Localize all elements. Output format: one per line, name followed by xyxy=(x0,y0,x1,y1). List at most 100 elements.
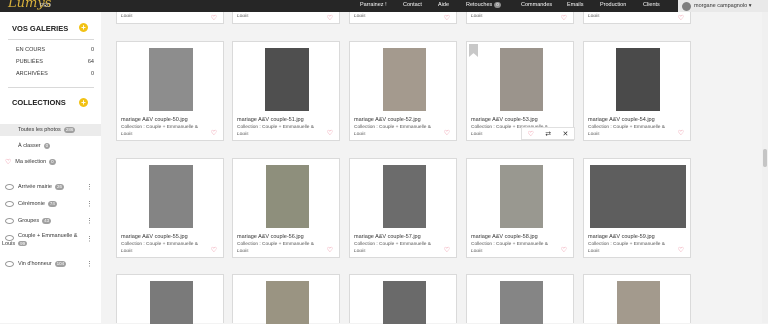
collection-ceremonie[interactable]: Cérémonie 74 ⋮ xyxy=(0,198,101,210)
heart-icon[interactable]: ♡ xyxy=(678,129,684,137)
nav-production[interactable]: Production xyxy=(600,2,626,8)
photo-card[interactable]: mariage A&V couple-55.jpg Collection : C… xyxy=(116,158,224,258)
photo-card[interactable] xyxy=(466,274,574,324)
collection-badge: 104 xyxy=(54,261,67,267)
collection-toutes-les-photos[interactable]: Toutes les photos 286 xyxy=(0,124,101,136)
photo-card[interactable]: mariage A&V couple-56.jpg Collection : C… xyxy=(232,158,340,258)
photo-card[interactable]: mariage A&V couple-59.jpg Collection : C… xyxy=(583,158,691,258)
heart-icon: ♡ xyxy=(5,159,12,166)
collection-vin-d-honneur[interactable]: Vin d'honneur 104 ⋮ xyxy=(0,258,101,270)
more-options-icon[interactable]: ⋮ xyxy=(86,235,93,243)
collection-ma-selection[interactable]: ♡ Ma sélection 0 xyxy=(0,156,101,168)
collection-groupes[interactable]: Groupes 43 ⋮ xyxy=(0,215,101,227)
more-options-icon[interactable]: ⋮ xyxy=(86,183,93,191)
collection-label-line2: Louis xyxy=(2,241,16,247)
collection-couple[interactable]: Couple + Emmanuelle & Louis 99 ⋮ xyxy=(0,232,101,252)
heart-icon[interactable]: ♡ xyxy=(444,129,450,137)
add-collection-button[interactable]: + xyxy=(79,98,88,107)
photo-thumbnail[interactable] xyxy=(149,165,193,228)
photo-thumbnail[interactable] xyxy=(617,281,660,324)
heart-icon[interactable]: ♡ xyxy=(211,246,217,254)
close-icon[interactable]: ✕ xyxy=(562,130,568,138)
photo-thumbnail[interactable] xyxy=(616,48,660,111)
photo-thumbnail[interactable] xyxy=(500,48,543,111)
scrollbar-thumb[interactable] xyxy=(763,149,767,167)
gallery-filter-count: 0 xyxy=(90,47,94,53)
scrollbar[interactable] xyxy=(762,12,768,323)
photo-collection: Collection : Couple + Emmanuelle & xyxy=(354,125,431,130)
photo-card-partial[interactable]: Louis ♡ xyxy=(232,12,340,24)
photo-thumbnail[interactable] xyxy=(266,165,309,228)
photo-card-partial[interactable]: Louis ♡ xyxy=(349,12,457,24)
nav-aide[interactable]: Aide xyxy=(438,2,449,8)
heart-icon[interactable]: ♡ xyxy=(444,246,450,254)
gallery-filter-en-cours[interactable]: EN COURS 0 xyxy=(16,47,94,53)
photo-collection-line2: Louis xyxy=(471,132,483,137)
nav-contact[interactable]: Contact xyxy=(403,2,422,8)
heart-icon[interactable]: ♡ xyxy=(561,246,567,254)
heart-icon[interactable]: ♡ xyxy=(327,246,333,254)
swap-icon[interactable]: ⇄ xyxy=(545,130,551,138)
photo-thumbnail[interactable] xyxy=(266,281,309,324)
photo-thumbnail[interactable] xyxy=(590,165,686,228)
eye-icon[interactable] xyxy=(5,201,14,207)
eye-icon[interactable] xyxy=(5,261,14,267)
heart-icon[interactable]: ♡ xyxy=(678,14,684,22)
collection-a-classer[interactable]: À classer 0 xyxy=(0,140,101,152)
eye-icon[interactable] xyxy=(5,218,14,224)
gallery-filter-publiees[interactable]: PUBLIÉES 64 xyxy=(16,59,94,65)
heart-icon[interactable]: ♡ xyxy=(211,129,217,137)
photo-card[interactable] xyxy=(583,274,691,324)
heart-icon[interactable]: ♡ xyxy=(327,14,333,22)
heart-icon[interactable]: ♡ xyxy=(561,14,567,22)
photo-card[interactable]: mariage A&V couple-57.jpg Collection : C… xyxy=(349,158,457,258)
nav-emails[interactable]: Emails xyxy=(567,2,584,8)
photo-thumbnail[interactable] xyxy=(500,281,543,324)
photo-card[interactable]: mariage A&V couple-53.jpg Collection : C… xyxy=(466,41,574,141)
photo-card[interactable] xyxy=(349,274,457,324)
nav-clients[interactable]: Clients xyxy=(643,2,660,8)
more-options-icon[interactable]: ⋮ xyxy=(86,217,93,225)
collection-badge: 99 xyxy=(18,241,28,246)
collection-label: Toutes les photos xyxy=(18,127,61,133)
photo-card[interactable]: mariage A&V couple-51.jpg Collection : C… xyxy=(232,41,340,141)
photo-card-partial[interactable]: Louis ♡ xyxy=(116,12,224,24)
photo-card[interactable]: mariage A&V couple-50.jpg Collection : C… xyxy=(116,41,224,141)
photo-thumbnail[interactable] xyxy=(149,48,193,111)
photo-thumbnail[interactable] xyxy=(150,281,193,324)
heart-icon[interactable]: ♡ xyxy=(211,14,217,22)
nav-parrainez[interactable]: Parrainez ! xyxy=(360,2,387,8)
nav-retouches[interactable]: Retouches 0 xyxy=(466,2,501,8)
collection-badge: 74 xyxy=(47,201,57,207)
photo-thumbnail[interactable] xyxy=(383,281,426,324)
user-menu[interactable]: morgane campagnolo ▾ xyxy=(678,0,768,12)
photo-filename: mariage A&V couple-57.jpg xyxy=(354,234,421,240)
photo-card[interactable] xyxy=(232,274,340,324)
more-options-icon[interactable]: ⋮ xyxy=(86,260,93,268)
photo-collection: Collection : Couple + Emmanuelle & xyxy=(237,242,314,247)
user-name: morgane campagnolo ▾ xyxy=(694,3,752,9)
photo-thumbnail[interactable] xyxy=(383,48,426,111)
brand-sub: PRO xyxy=(40,3,51,9)
collection-arrivee-mairie[interactable]: Arrivée mairie 26 ⋮ xyxy=(0,181,101,193)
photo-thumbnail[interactable] xyxy=(383,165,426,228)
photo-card[interactable]: mariage A&V couple-58.jpg Collection : C… xyxy=(466,158,574,258)
photo-thumbnail[interactable] xyxy=(500,165,543,228)
photo-card[interactable]: mariage A&V couple-52.jpg Collection : C… xyxy=(349,41,457,141)
photo-card[interactable]: mariage A&V couple-54.jpg Collection : C… xyxy=(583,41,691,141)
heart-icon[interactable]: ♡ xyxy=(678,246,684,254)
photo-thumbnail[interactable] xyxy=(265,48,309,111)
photo-card-partial[interactable]: Louis ♡ xyxy=(583,12,691,24)
photo-collection-line2: Louis xyxy=(588,132,600,137)
heart-icon[interactable]: ♡ xyxy=(444,14,450,22)
nav-commandes[interactable]: Commandes xyxy=(521,2,552,8)
eye-icon[interactable] xyxy=(5,184,14,190)
heart-icon[interactable]: ♡ xyxy=(528,130,534,138)
heart-icon[interactable]: ♡ xyxy=(327,129,333,137)
gallery-filter-label: ARCHIVÉES xyxy=(16,71,48,77)
photo-card[interactable] xyxy=(116,274,224,324)
gallery-filter-archivees[interactable]: ARCHIVÉES 0 xyxy=(16,71,94,77)
photo-card-partial[interactable]: Louis ♡ xyxy=(466,12,574,24)
more-options-icon[interactable]: ⋮ xyxy=(86,200,93,208)
add-gallery-button[interactable]: + xyxy=(79,23,88,32)
